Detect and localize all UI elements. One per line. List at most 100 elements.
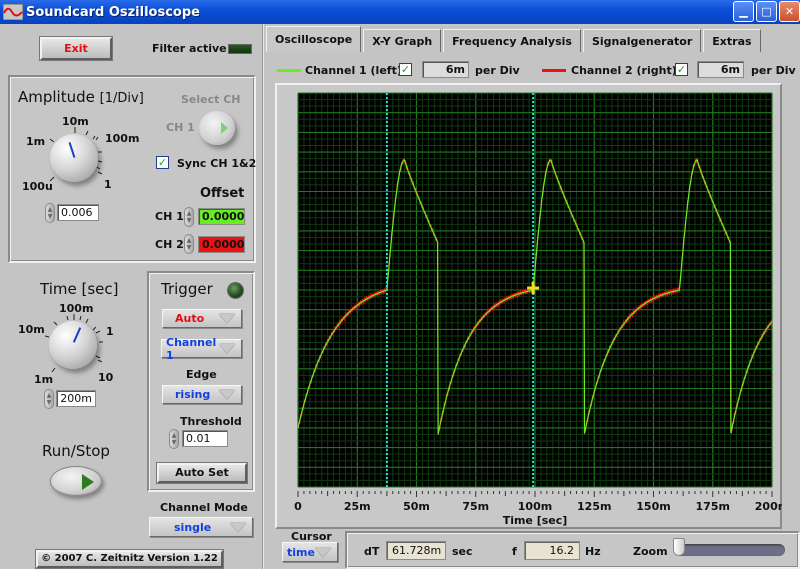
x-tick-label: 75m: [462, 500, 489, 513]
time-title: Time [sec]: [40, 280, 119, 298]
trigger-led: [228, 283, 243, 298]
offset-title: Offset: [200, 186, 245, 201]
play-icon: [82, 474, 94, 490]
edge-label: Edge: [186, 368, 217, 381]
offset-ch1-spinner[interactable]: ▲ ▼: [184, 207, 194, 227]
tab-strip: Oscilloscope X-Y Graph Frequency Analysi…: [266, 26, 763, 52]
tab-signalgenerator[interactable]: Signalgenerator: [582, 29, 702, 52]
chevron-down-icon: [315, 547, 331, 557]
filter-active-label: Filter active: [152, 42, 227, 55]
chevron-down-icon: [219, 314, 235, 323]
trigger-mode-value: Auto: [175, 312, 205, 325]
amp-tick-100m: 100m: [105, 132, 140, 145]
close-icon: ✕: [784, 5, 795, 18]
channel1-per-div-input[interactable]: 6m: [422, 61, 469, 78]
x-axis-label: Time [sec]: [503, 514, 568, 527]
threshold-spinner[interactable]: ▲ ▼: [169, 429, 179, 449]
amplitude-knob[interactable]: [50, 134, 98, 182]
channel1-checkbox[interactable]: ✓: [399, 63, 412, 76]
tab-oscilloscope[interactable]: Oscilloscope: [266, 26, 362, 52]
chevron-down-icon: [230, 522, 246, 532]
channel-mode-dropdown[interactable]: single: [149, 517, 253, 537]
x-axis: 0 25m 50m 75m 100m 125m 150m 175m 200m: [294, 491, 782, 513]
amplitude-value-input[interactable]: 0.006: [57, 204, 99, 221]
dt-label: dT: [364, 545, 380, 558]
x-tick-label: 50m: [403, 500, 430, 513]
window-title: Soundcard Oszilloscope: [26, 4, 200, 20]
channel2-checkbox[interactable]: ✓: [675, 63, 688, 76]
offset-ch2-spinner[interactable]: ▲ ▼: [184, 234, 194, 254]
panel-divider: [262, 24, 264, 569]
x-tick-label: 0: [294, 500, 302, 513]
app-icon: [3, 4, 23, 20]
run-stop-label: Run/Stop: [42, 442, 110, 460]
sync-label: Sync CH 1&2: [177, 157, 257, 170]
channel2-per-div-input[interactable]: 6m: [697, 61, 744, 78]
filter-active-indicator: [228, 44, 252, 54]
channel2-color-swatch: [542, 69, 566, 72]
cursor-mode-dropdown[interactable]: time: [282, 542, 338, 562]
check-icon: ✓: [400, 63, 411, 76]
amplitude-title: Amplitude [1/Div]: [18, 88, 144, 106]
check-icon: ✓: [676, 63, 687, 76]
channel2-label: Channel 2 (right): [571, 64, 677, 77]
minimize-button[interactable]: ▁: [733, 1, 754, 22]
trigger-channel-dropdown[interactable]: Channel 1: [161, 336, 242, 362]
run-stop-button[interactable]: [50, 466, 102, 496]
select-ch-button[interactable]: [199, 111, 235, 145]
offset-ch1-input[interactable]: 0.0000: [198, 208, 245, 225]
check-icon: ✓: [157, 156, 168, 169]
amplitude-title-text: Amplitude: [18, 88, 95, 106]
copyright-label: © 2007 C. Zeitnitz Version 1.22: [36, 550, 223, 568]
dt-value: 61.728m: [386, 541, 446, 560]
f-unit: Hz: [585, 545, 601, 558]
trigger-panel: [147, 271, 255, 492]
f-label: f: [512, 545, 517, 558]
select-ch-label: Select CH: [181, 93, 241, 106]
channel1-label: Channel 1 (left): [305, 64, 402, 77]
sync-checkbox[interactable]: ✓: [156, 156, 169, 169]
cursor-mode-value: time: [287, 545, 315, 559]
channel-mode-label: Channel Mode: [160, 501, 248, 514]
f-value: 16.2: [524, 541, 580, 560]
close-button[interactable]: ✕: [779, 1, 800, 22]
time-knob-pointer: [72, 327, 82, 343]
time-knob[interactable]: [49, 321, 97, 369]
trigger-mode-dropdown[interactable]: Auto: [162, 309, 242, 328]
channel-mode-value: single: [174, 520, 212, 534]
tab-frequency-analysis[interactable]: Frequency Analysis: [443, 29, 581, 52]
threshold-input[interactable]: 0.01: [182, 430, 228, 447]
amplitude-unit: [1/Div]: [99, 91, 144, 106]
maximize-icon: □: [761, 5, 772, 18]
tab-xy-graph[interactable]: X-Y Graph: [363, 29, 442, 52]
maximize-button[interactable]: □: [756, 1, 777, 22]
cursor-marker-icon: [531, 282, 535, 295]
oscilloscope-graph[interactable]: 0 25m 50m 75m 100m 125m 150m 175m 200m Time [sec…: [275, 83, 782, 529]
edge-dropdown[interactable]: rising: [162, 385, 242, 404]
offset-ch2-input[interactable]: 0.0000: [198, 236, 245, 253]
dt-unit: sec: [452, 545, 473, 558]
amplitude-spinner[interactable]: ▲ ▼: [45, 203, 55, 223]
x-tick-label: 150m: [636, 500, 670, 513]
select-ch-channel-label: CH 1: [166, 121, 195, 134]
exit-button[interactable]: Exit: [40, 37, 112, 60]
zoom-slider-thumb[interactable]: [673, 538, 685, 556]
grid: [297, 92, 773, 488]
minimize-icon: ▁: [739, 5, 748, 18]
trigger-title: Trigger: [161, 280, 213, 298]
auto-set-button[interactable]: Auto Set: [157, 463, 247, 483]
zoom-label: Zoom: [633, 545, 668, 558]
zoom-slider-track[interactable]: [675, 544, 785, 556]
time-value-input[interactable]: 200m: [56, 390, 96, 407]
x-tick-label: 200m: [755, 500, 782, 513]
offset-ch2-label: CH 2: [155, 238, 184, 251]
chevron-down-icon: [219, 390, 235, 399]
x-tick-label: 125m: [577, 500, 611, 513]
x-tick-label: 175m: [696, 500, 730, 513]
title-bar: Soundcard Oszilloscope ▁ □ ✕: [0, 0, 800, 24]
tab-extras[interactable]: Extras: [703, 29, 761, 52]
chevron-down-icon: [219, 344, 235, 353]
offset-ch1-label: CH 1: [155, 210, 184, 223]
play-icon: [221, 122, 228, 134]
time-spinner[interactable]: ▲ ▼: [44, 389, 54, 409]
